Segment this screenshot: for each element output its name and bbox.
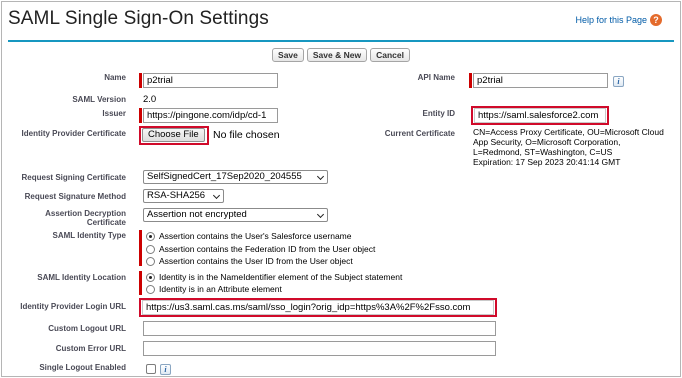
name-required-marker	[139, 73, 142, 88]
assertion-decryption-value: Assertion not encrypted	[147, 209, 247, 220]
entity-id-label: Entity ID	[422, 109, 455, 118]
cancel-button[interactable]: Cancel	[370, 48, 410, 62]
custom-logout-url-label: Custom Logout URL	[48, 324, 126, 333]
button-bar: Save Save & New Cancel	[2, 48, 680, 62]
identity-type-radio-federation-id[interactable]	[146, 245, 155, 254]
request-signing-cert-value: SelfSignedCert_17Sep2020_204555	[147, 171, 302, 182]
chevron-down-icon	[212, 191, 221, 200]
name-label: Name	[104, 73, 126, 82]
identity-type-radio-user-id[interactable]	[146, 257, 155, 266]
request-signature-method-value: RSA-SHA256	[147, 190, 206, 201]
assertion-decryption-select[interactable]: Assertion not encrypted	[143, 208, 328, 222]
identity-location-option-label: Identity is in the NameIdentifier elemen…	[159, 272, 403, 282]
identity-type-option-label: Assertion contains the User's Salesforce…	[159, 231, 352, 241]
identity-type-required-marker	[139, 230, 142, 266]
save-and-new-button[interactable]: Save & New	[306, 48, 368, 62]
saml-settings-panel: SAML Single Sign-On Settings Help for th…	[1, 1, 681, 377]
file-status-text: No file chosen	[213, 129, 280, 141]
saml-identity-type-label: SAML Identity Type	[52, 231, 127, 240]
identity-location-radio-nameidentifier[interactable]	[146, 273, 155, 282]
title-divider	[8, 40, 674, 42]
certificate-line: L=Redmond, ST=Washington, C=US	[473, 147, 613, 157]
request-signature-method-label: Request Signature Method	[24, 192, 126, 201]
help-icon: ?	[650, 14, 662, 26]
single-logout-checkbox[interactable]	[146, 364, 156, 374]
entity-id-input[interactable]: https://saml.salesforce2.com	[474, 108, 606, 123]
custom-logout-url-input[interactable]	[143, 321, 496, 336]
request-signing-cert-select[interactable]: SelfSignedCert_17Sep2020_204555	[143, 170, 328, 184]
api-name-info-icon[interactable]: i	[613, 76, 624, 87]
assertion-decryption-label-line: Certificate	[86, 218, 126, 227]
assertion-decryption-label-line: Assertion Decryption	[45, 209, 126, 218]
save-button[interactable]: Save	[272, 48, 304, 62]
certificate-line: App Security, O=Microsoft Corporation,	[473, 137, 621, 147]
custom-error-url-input[interactable]	[143, 341, 496, 356]
single-logout-label: Single Logout Enabled	[39, 363, 126, 372]
certificate-line: CN=Access Proxy Certificate, OU=Microsof…	[473, 127, 664, 137]
identity-location-required-marker	[139, 271, 142, 295]
identity-location-radio-attribute[interactable]	[146, 285, 155, 294]
identity-location-option-label: Identity is in an Attribute element	[159, 284, 282, 294]
identity-type-option-label: Assertion contains the Federation ID fro…	[159, 244, 376, 254]
single-logout-info-icon[interactable]: i	[160, 364, 171, 375]
current-certificate-label: Current Certificate	[384, 129, 455, 138]
api-name-input[interactable]: p2trial	[473, 73, 608, 88]
identity-type-radio-username[interactable]	[146, 232, 155, 241]
idp-certificate-label: Identity Provider Certificate	[21, 129, 126, 138]
identity-type-option-label: Assertion contains the User ID from the …	[159, 256, 353, 266]
choose-file-button[interactable]: Choose File	[142, 128, 205, 142]
current-certificate-details: CN=Access Proxy Certificate, OU=Microsof…	[473, 127, 664, 167]
idp-login-url-label: Identity Provider Login URL	[20, 302, 126, 311]
saml-version-value: 2.0	[143, 94, 157, 105]
idp-login-url-input[interactable]: https://us3.saml.cas.ms/saml/sso_login?o…	[142, 300, 494, 315]
issuer-input[interactable]: https://pingone.com/idp/cd-1	[143, 108, 278, 123]
custom-error-url-label: Custom Error URL	[55, 344, 126, 353]
help-link-label: Help for this Page	[575, 15, 647, 25]
saml-version-label: SAML Version	[72, 95, 126, 104]
saml-identity-location-label: SAML Identity Location	[37, 273, 126, 282]
chevron-down-icon	[316, 172, 325, 181]
request-signature-method-select[interactable]: RSA-SHA256	[143, 189, 224, 203]
issuer-required-marker	[139, 108, 142, 123]
assertion-decryption-label: Assertion Decryption Certificate	[45, 209, 126, 227]
page-title: SAML Single Sign-On Settings	[8, 8, 269, 29]
api-name-required-marker	[469, 73, 472, 88]
name-input[interactable]: p2trial	[143, 73, 278, 88]
help-link[interactable]: Help for this Page ?	[575, 14, 662, 26]
issuer-label: Issuer	[102, 109, 126, 118]
api-name-label: API Name	[417, 73, 455, 82]
chevron-down-icon	[316, 210, 325, 219]
request-signing-cert-label: Request Signing Certificate	[21, 173, 126, 182]
certificate-line: Expiration: 17 Sep 2023 20:41:14 GMT	[473, 157, 621, 167]
